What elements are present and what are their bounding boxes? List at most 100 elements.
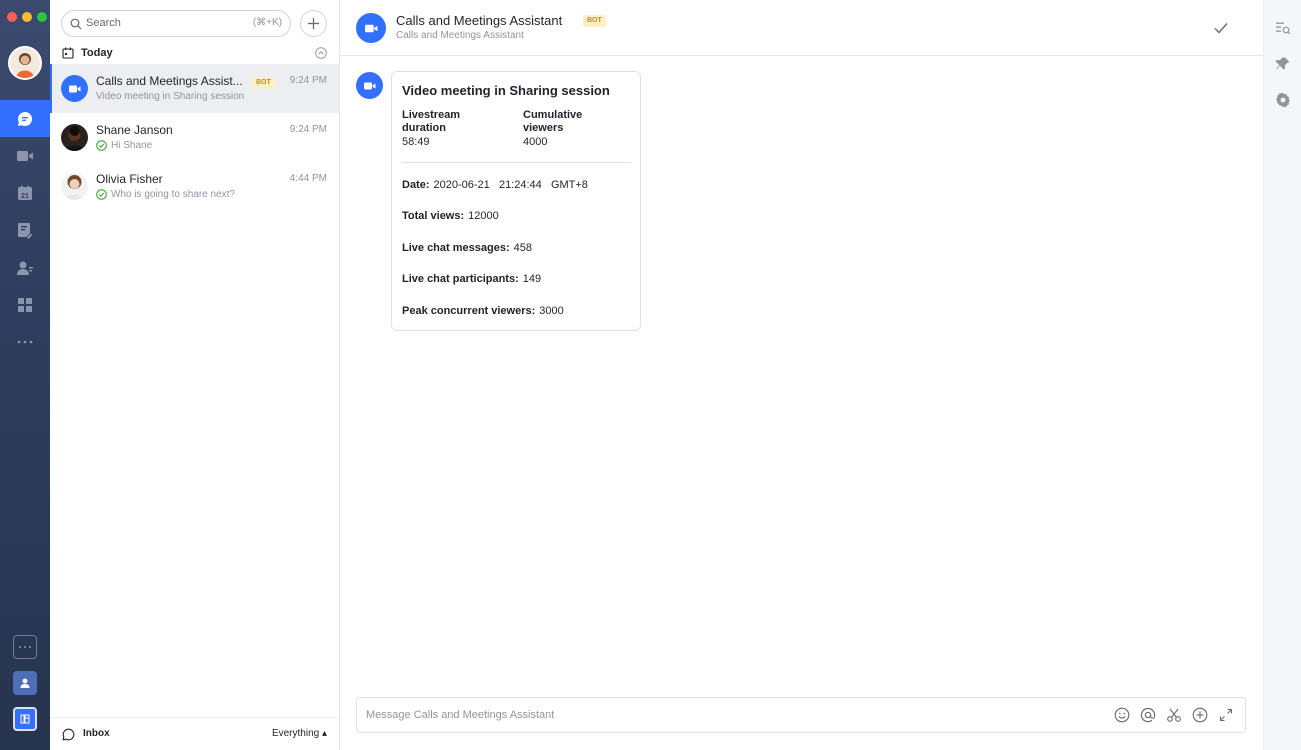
detail-label: Date: [402,179,430,191]
profile-button[interactable] [13,671,37,695]
message-input[interactable]: Message Calls and Meetings Assistant [356,697,1246,733]
user-avatar[interactable] [8,46,42,80]
settings-gear-icon[interactable] [1274,91,1292,109]
minimize-window-button[interactable] [22,12,32,22]
rail-docs[interactable] [0,211,50,248]
chat-bubble-icon [18,111,33,126]
conversation-name: Shane Janson [96,123,173,137]
preview-text: Who is going to share next? [111,189,235,200]
profile-icon [20,678,30,688]
detail-label: Live chat messages: [402,242,510,254]
rail-video[interactable] [0,137,50,174]
svg-text:21: 21 [21,193,29,200]
filter-dropdown[interactable]: Everything ▴ [272,728,327,739]
message-sender-avatar[interactable] [356,72,383,99]
detail-row-live-chat-participants: Live chat participants: 149 [402,273,541,285]
docs-icon [18,222,34,239]
chat-header: Calls and Meetings Assistant BOT Calls a… [340,0,1263,56]
search-history-icon[interactable] [1274,19,1292,37]
conversation-item[interactable]: Olivia Fisher 4:44 PM Who is going to sh… [50,162,339,211]
chat-panel: Calls and Meetings Assistant BOT Calls a… [340,0,1263,750]
search-placeholder: Search [86,17,121,29]
new-chat-button[interactable] [300,10,327,37]
detail-value: 3000 [539,305,564,317]
conversation-time: 9:24 PM [289,124,327,135]
collapse-section-icon[interactable] [315,47,327,59]
detail-value: 458 [513,242,532,254]
stat-value: 58:49 [402,136,430,148]
done-check-icon[interactable] [1213,20,1229,36]
workplace-grid-icon [18,297,32,312]
detail-label: Total views: [402,210,465,222]
rail-contacts[interactable] [0,249,50,286]
conversation-preview: Hi Shane [96,140,152,151]
contacts-icon [17,261,33,275]
chat-side-toolbar [1263,0,1301,750]
detail-value: 149 [522,273,542,285]
meeting-summary-card: Video meeting in Sharing session Livestr… [391,71,641,331]
preview-text: Video meeting in Sharing session [96,91,245,102]
zoom-window-button[interactable] [37,12,47,22]
message-placeholder: Message Calls and Meetings Assistant [366,709,555,721]
add-attachment-icon[interactable] [1191,706,1209,724]
section-label: Today [81,47,113,59]
stat-label: Livestream [402,109,461,121]
card-title: Video meeting in Sharing session [402,83,610,98]
pin-icon[interactable] [1274,55,1292,73]
stat-label: viewers [523,122,564,134]
list-footer: Inbox Everything ▴ [50,717,339,750]
video-camera-icon [364,24,377,32]
more-icon [17,340,33,343]
conversation-time: 9:24 PM [289,75,327,86]
rail-more[interactable] [0,323,50,360]
bot-avatar[interactable] [356,13,386,43]
conversation-preview: Video meeting in Sharing session [96,91,244,102]
detail-row-peak-viewers: Peak concurrent viewers: 3000 [402,305,564,317]
stat-label: Cumulative [523,109,583,121]
detail-value: 2020-06-21 21:24:44 GMT+8 [433,179,588,191]
conversation-time: 4:44 PM [289,173,327,184]
video-camera-icon [17,150,33,161]
emoji-icon[interactable] [1113,706,1131,724]
detail-value: 12000 [468,210,499,222]
contact-avatar [61,124,88,151]
detail-row-date: Date: 2020-06-21 21:24:44 GMT+8 [402,179,588,191]
contact-avatar [61,173,88,200]
screenshot-scissors-icon[interactable] [1165,706,1183,724]
detail-row-live-chat-messages: Live chat messages: 458 [402,242,532,254]
more-apps-icon [19,646,31,648]
video-camera-icon [363,82,375,89]
conversation-list-panel: Search (⌘+K) Today Calls and Meetings As… [50,0,340,750]
conversation-name: Calls and Meetings Assist... [96,74,243,88]
conversation-item[interactable]: Calls and Meetings Assist... BOT 9:24 PM… [50,64,339,113]
mention-icon[interactable] [1139,706,1157,724]
stat-label: duration [402,122,446,134]
chat-title: Calls and Meetings Assistant [396,13,563,28]
rail-workplace[interactable] [0,286,50,323]
detail-label: Peak concurrent viewers: [402,305,536,317]
rail-calendar[interactable]: 21 [0,174,50,211]
expand-editor-icon[interactable] [1217,706,1235,724]
bot-avatar [61,75,88,102]
stat-value: 4000 [523,136,548,148]
more-apps-button[interactable] [13,635,37,659]
tenant-switch-button[interactable] [13,707,37,731]
card-divider [402,162,631,163]
inbox-label[interactable]: Inbox [83,728,110,739]
rail-messenger[interactable] [0,100,50,137]
stat-cumulative-viewers: Cumulative viewers 4000 [523,109,633,150]
search-input[interactable]: Search (⌘+K) [61,10,291,37]
app-rail: 21 [0,0,50,750]
inbox-icon [62,728,75,741]
conversation-item[interactable]: Shane Janson 9:24 PM Hi Shane [50,113,339,162]
video-camera-icon [68,85,80,92]
detail-row-total-views: Total views: 12000 [402,210,499,222]
conversation-name: Olivia Fisher [96,172,163,186]
bot-badge: BOT [583,15,606,27]
preview-text: Hi Shane [111,140,153,151]
conversation-preview: Who is going to share next? [96,189,235,200]
composer-toolbar [1113,706,1235,724]
detail-label: Live chat participants: [402,273,519,285]
bot-badge: BOT [252,77,275,89]
close-window-button[interactable] [7,12,17,22]
